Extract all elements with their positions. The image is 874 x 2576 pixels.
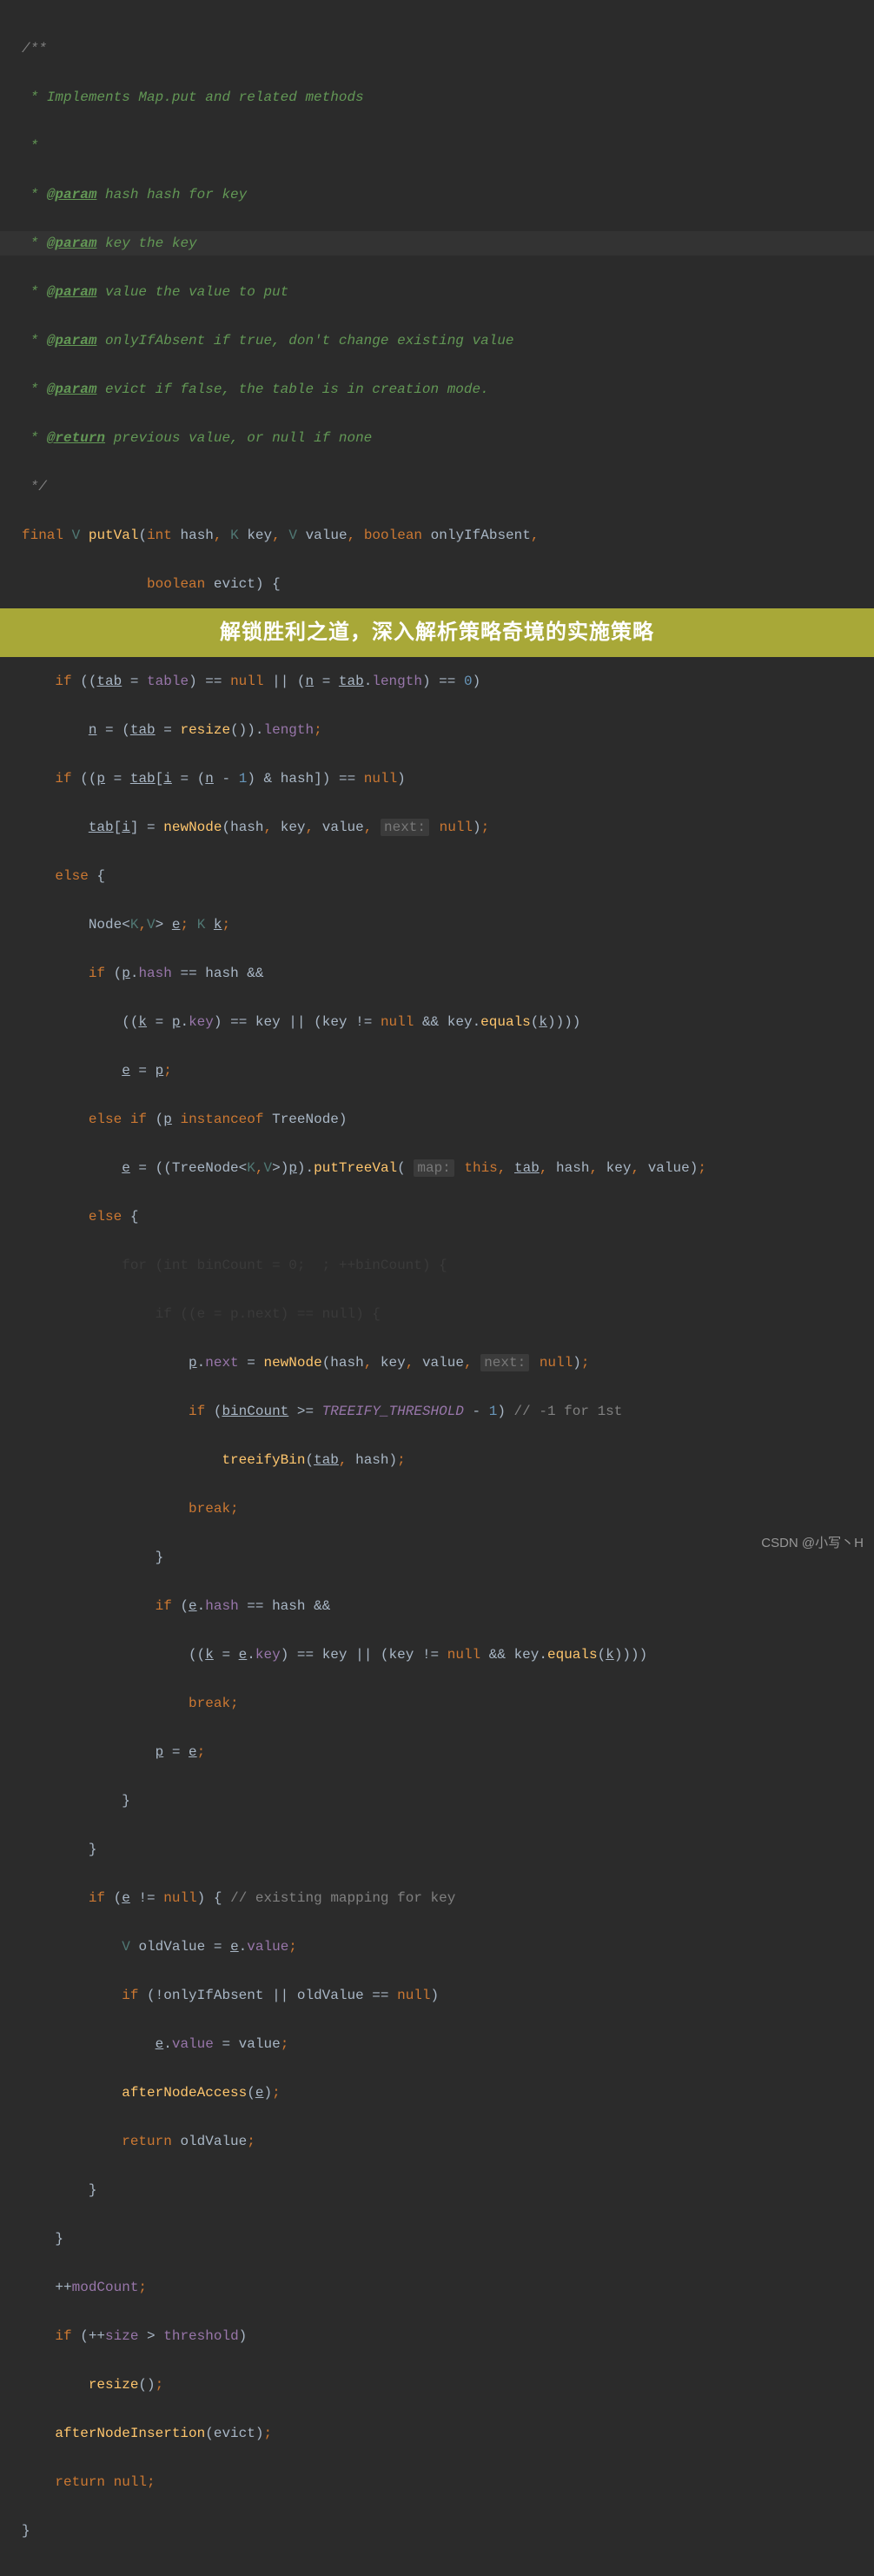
assign-e: e = p; <box>22 1059 865 1083</box>
banner-text: 解锁胜利之道，深入解析策略奇境的实施策略 <box>220 614 654 651</box>
afternode: afterNodeAccess(e); <box>22 2081 865 2105</box>
if-2: if ((p = tab[i = (n - 1) & hash]) == nul… <box>22 767 865 791</box>
param-hint-next: next: <box>381 819 429 836</box>
method-sig-2: boolean evict) { <box>22 572 865 596</box>
overlay-banner: 解锁胜利之道，深入解析策略奇境的实施策略 <box>0 608 874 657</box>
brace-close-4: } <box>22 2178 865 2202</box>
modcount: ++modCount; <box>22 2275 865 2300</box>
brace-close-6: } <box>22 2519 865 2543</box>
break-1: break; <box>22 1497 865 1521</box>
doc-desc: * Implements Map.put and related methods <box>22 85 865 110</box>
decl-2: Node<K,V> e; K k; <box>22 913 865 937</box>
doc-param-value: * @param value the value to put <box>22 280 865 304</box>
return-old: return oldValue; <box>22 2129 865 2154</box>
peq-e: p = e; <box>22 1740 865 1764</box>
if-size: if (++size > threshold) <box>22 2324 865 2348</box>
return-null: return null; <box>22 2470 865 2494</box>
brace-close-1: } <box>22 1545 865 1570</box>
evalue: e.value = value; <box>22 2032 865 2056</box>
break-2: break; <box>22 1691 865 1716</box>
if-only: if (!onlyIfAbsent || oldValue == null) <box>22 1983 865 2008</box>
newnode-1: tab[i] = newNode(hash, key, value, next:… <box>22 815 865 840</box>
newnode-2: p.next = newNode(hash, key, value, next:… <box>22 1351 865 1375</box>
doc-param-evict: * @param evict if false, the table is in… <box>22 377 865 402</box>
oldvalue: V oldValue = e.value; <box>22 1935 865 1959</box>
afternodeins: afterNodeInsertion(evict); <box>22 2421 865 2446</box>
for-obs: for (int binCount = 0; ; ++binCount) { <box>22 1253 865 1278</box>
treeifybin: treeifyBin(tab, hash); <box>22 1448 865 1472</box>
watermark-text: CSDN @小写丶H <box>761 1532 864 1555</box>
else-2: else { <box>22 1205 865 1229</box>
if-1: if ((tab = table) == null || (n = tab.le… <box>22 669 865 694</box>
doc-param-only: * @param onlyIfAbsent if true, don't cha… <box>22 329 865 353</box>
if-ehash: if (e.hash == hash && <box>22 1594 865 1618</box>
code-editor[interactable]: /** * Implements Map.put and related met… <box>0 0 874 2576</box>
resize-1: n = (tab = resize()).length; <box>22 718 865 742</box>
brace-close-3: } <box>22 1837 865 1862</box>
if-obs: if ((e = p.next) == null) { <box>22 1302 865 1326</box>
doc-blank: * <box>22 134 865 158</box>
cond-1: ((k = p.key) == key || (key != null && k… <box>22 1010 865 1034</box>
param-hint-next-2: next: <box>480 1354 529 1371</box>
brace-close-2: } <box>22 1789 865 1813</box>
if-enotnull: if (e != null) { // existing mapping for… <box>22 1886 865 1910</box>
method-sig-1: final V putVal(int hash, K key, V value,… <box>22 523 865 548</box>
treeval: e = ((TreeNode<K,V>)p).putTreeVal( map: … <box>22 1156 865 1180</box>
doc-open: /** <box>22 37 865 61</box>
else-1: else { <box>22 864 865 888</box>
brace-close-5: } <box>22 2227 865 2251</box>
doc-close: */ <box>22 475 865 499</box>
resize-2: resize(); <box>22 2373 865 2397</box>
cond-2: ((k = e.key) == key || (key != null && k… <box>22 1643 865 1667</box>
doc-return: * @return previous value, or null if non… <box>22 426 865 450</box>
if-3: if (p.hash == hash && <box>22 961 865 986</box>
elseif-1: else if (p instanceof TreeNode) <box>22 1107 865 1132</box>
doc-param-hash: * @param hash hash for key <box>22 183 865 207</box>
doc-param-key: * @param key the key <box>0 231 874 256</box>
if-treeify: if (binCount >= TREEIFY_THRESHOLD - 1) /… <box>22 1399 865 1424</box>
param-hint-map: map: <box>414 1159 454 1177</box>
